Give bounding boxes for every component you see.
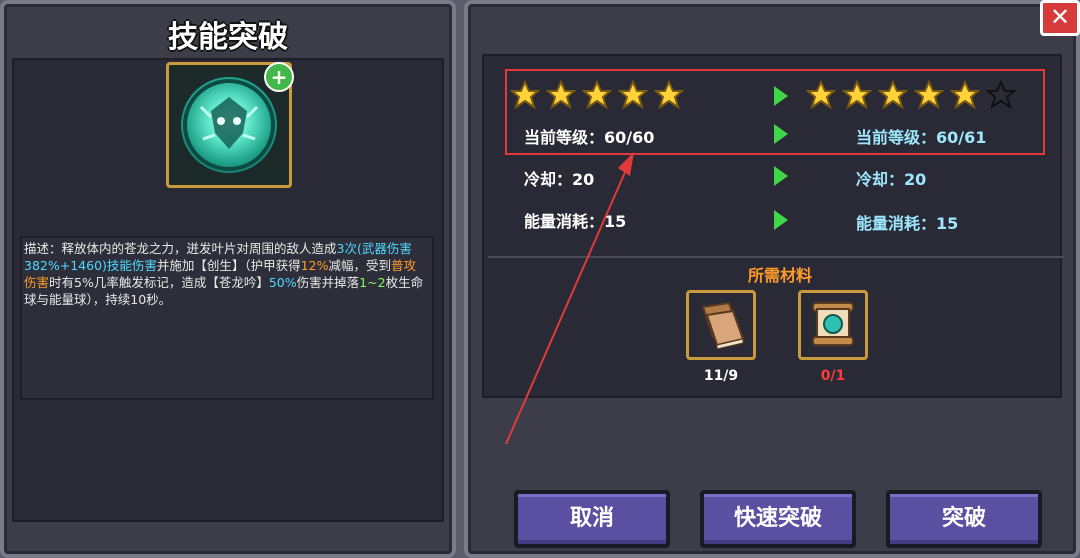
desc-highlight: 50% bbox=[268, 275, 297, 290]
dragon-skill-icon bbox=[181, 77, 277, 173]
energy-current: 能量消耗：15 bbox=[524, 212, 627, 231]
star-icon bbox=[581, 79, 613, 110]
star-icon bbox=[877, 79, 909, 110]
star-icon bbox=[653, 79, 685, 110]
star-icon bbox=[841, 79, 873, 110]
star-icon bbox=[617, 79, 649, 110]
desc-text: 并施加【创生】（护甲获得 bbox=[156, 258, 301, 273]
arrow-right-icon bbox=[774, 210, 788, 230]
cooldown-next: 冷却：20 bbox=[856, 170, 927, 189]
material-slot-scroll[interactable] bbox=[798, 290, 868, 360]
materials-title: 所需材料 bbox=[747, 266, 812, 285]
close-button[interactable]: ✕ bbox=[1040, 0, 1080, 36]
divider bbox=[488, 256, 1064, 258]
desc-text: 减幅，受到 bbox=[328, 258, 391, 273]
desc-text: 伤害并掉落 bbox=[296, 275, 360, 290]
panel-title: 技能突破 bbox=[168, 20, 288, 55]
upgrade-plus-icon: + bbox=[264, 62, 294, 92]
desc-text: 描述：释放体内的苍龙之力，迸发叶片对周围的敌人造成 bbox=[24, 241, 337, 256]
desc-highlight: 3次 bbox=[336, 241, 357, 256]
desc-text: 时有5%几率触发标记，造成【苍龙吟】 bbox=[49, 275, 269, 290]
star-icon bbox=[805, 79, 837, 110]
skill-description: 描述：释放体内的苍龙之力，迸发叶片对周围的敌人造成3次(武器伤害382%+146… bbox=[24, 240, 424, 308]
arrow-right-icon bbox=[774, 166, 788, 186]
star-icon bbox=[913, 79, 945, 110]
cancel-button[interactable]: 取消 bbox=[514, 490, 670, 548]
cooldown-current: 冷却：20 bbox=[524, 170, 595, 189]
desc-highlight: 12% bbox=[300, 258, 329, 273]
scroll-icon bbox=[812, 302, 854, 346]
star-icon bbox=[509, 79, 541, 110]
material-count: 11/9 bbox=[703, 368, 739, 384]
book-icon bbox=[701, 301, 745, 350]
star-icon bbox=[545, 79, 577, 110]
empty-star-icon bbox=[985, 79, 1017, 110]
breakthrough-button[interactable]: 突破 bbox=[886, 490, 1042, 548]
material-slot-book[interactable] bbox=[686, 290, 756, 360]
quick-breakthrough-button[interactable]: 快速突破 bbox=[700, 490, 856, 548]
star-icon bbox=[949, 79, 981, 110]
material-count: 0/1 bbox=[820, 368, 846, 384]
energy-next: 能量消耗：15 bbox=[856, 214, 959, 233]
desc-highlight: 1~2 bbox=[359, 275, 386, 290]
